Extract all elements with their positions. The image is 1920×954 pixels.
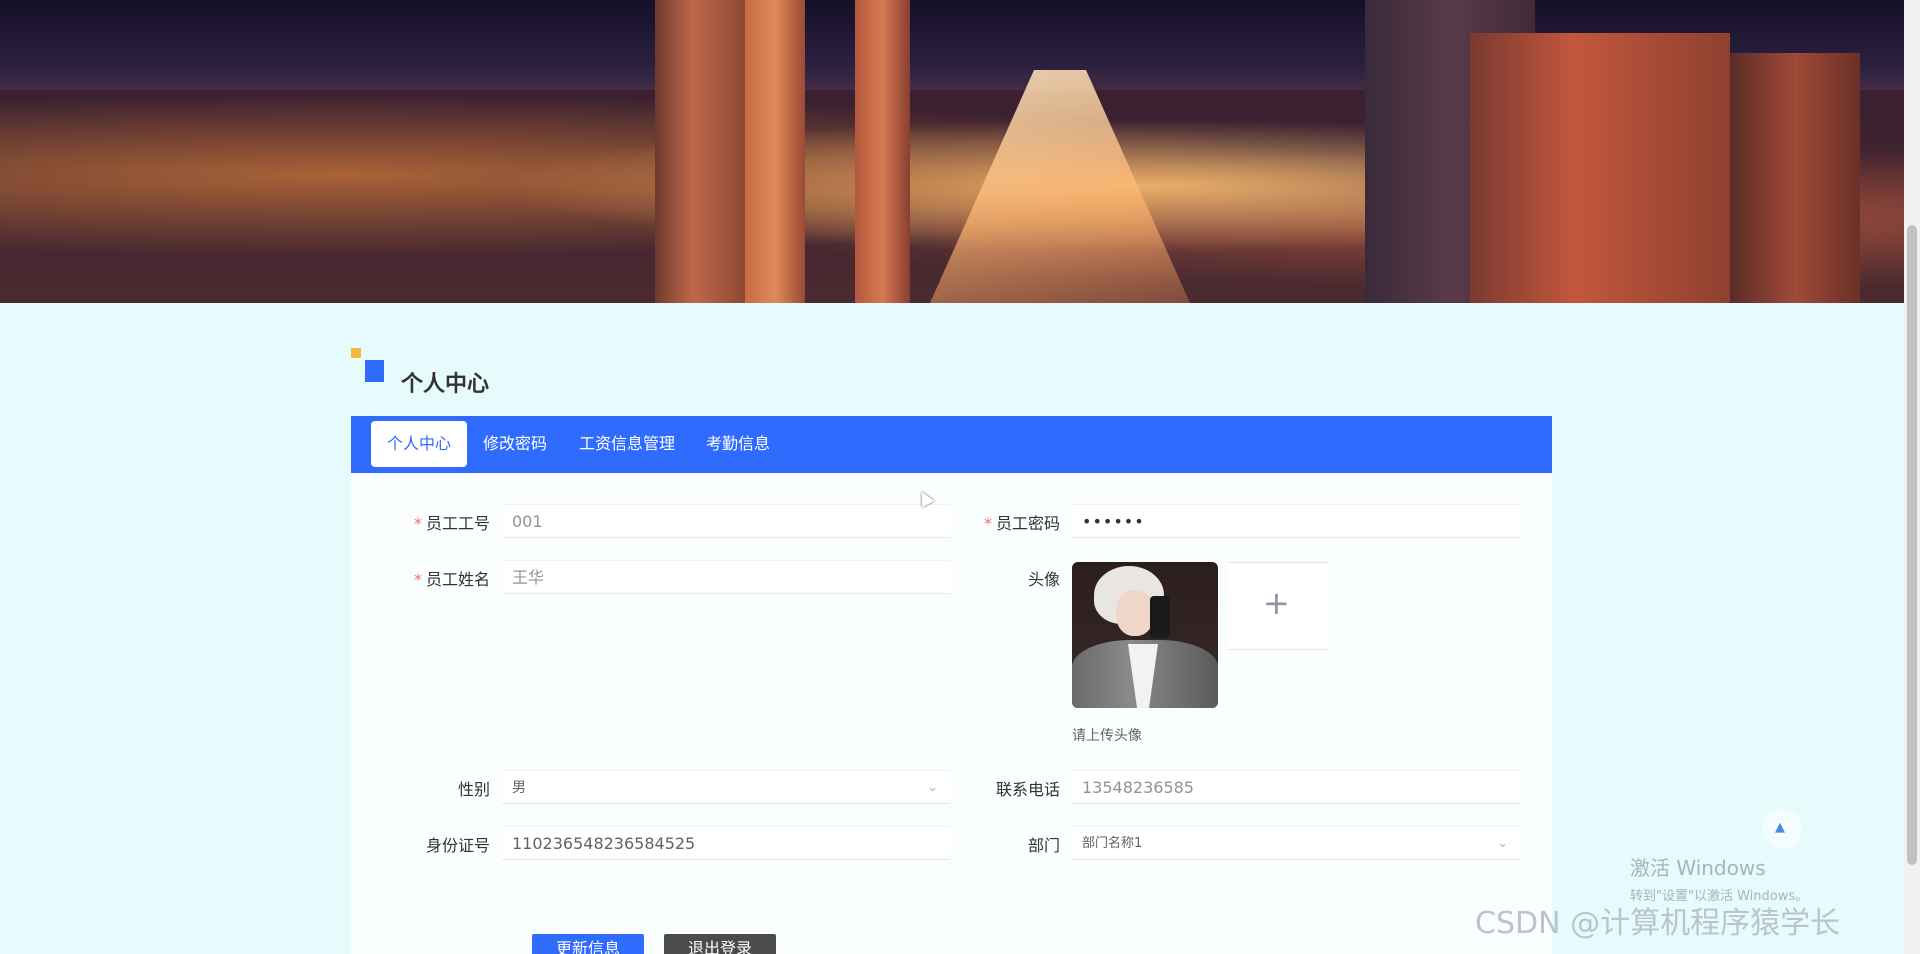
gender-label: 性别 <box>457 780 490 799</box>
banner-building <box>1730 53 1860 303</box>
avatar-upload-button[interactable]: + <box>1228 562 1328 650</box>
gender-select[interactable]: 男 ⌄ <box>502 770 950 804</box>
employee-name-label: * 员工姓名 <box>350 566 490 590</box>
tab-bar: 个人中心 修改密码 工资信息管理 考勤信息 <box>351 416 1552 473</box>
scrollbar-thumb[interactable] <box>1907 225 1917 865</box>
page-scrollbar[interactable] <box>1904 0 1920 954</box>
tab-attendance[interactable]: 考勤信息 <box>706 421 770 467</box>
employee-id-label-text: 员工工号 <box>425 514 490 533</box>
hero-banner <box>0 0 1904 303</box>
id-number-field[interactable]: 110236548236584525 <box>502 826 950 860</box>
logout-button[interactable]: 退出登录 <box>664 934 777 954</box>
activation-title: 激活 Windows <box>1630 856 1766 880</box>
title-decoration-large <box>365 360 384 382</box>
department-select-value: 部门名称1 <box>1082 836 1143 851</box>
department-label: 部门 <box>1027 836 1060 855</box>
profile-form-panel <box>351 473 1552 954</box>
back-to-top-button[interactable]: ▲ <box>1762 809 1802 849</box>
gender-select-value: 男 <box>512 780 526 796</box>
phone-field[interactable]: 13548236585 <box>1072 770 1520 804</box>
employee-password-label-text: 员工密码 <box>995 514 1060 533</box>
windows-activation-notice: 激活 Windows 转到"设置"以激活 Windows。 <box>1630 852 1808 904</box>
banner-building <box>745 0 805 303</box>
required-mark: * <box>413 514 422 533</box>
phone-label: 联系电话 <box>995 780 1060 799</box>
chevron-down-icon: ⌄ <box>1497 836 1508 851</box>
tab-salary-management[interactable]: 工资信息管理 <box>579 421 675 467</box>
avatar-upload-hint: 请上传头像 <box>1072 728 1142 744</box>
required-mark: * <box>413 570 422 589</box>
avatar-figure-face <box>1116 590 1154 636</box>
csdn-watermark: CSDN @计算机程序猿学长 <box>1475 906 1841 941</box>
chevron-up-icon: ▲ <box>1775 820 1785 835</box>
banner-building <box>655 0 750 303</box>
avatar-image[interactable] <box>1072 562 1218 708</box>
employee-password-label: * 员工密码 <box>920 510 1060 534</box>
employee-name-field[interactable]: 王华 <box>502 560 950 594</box>
banner-building <box>1470 33 1730 303</box>
title-decoration-small <box>351 348 361 358</box>
tab-change-password[interactable]: 修改密码 <box>483 421 547 467</box>
department-select[interactable]: 部门名称1 ⌄ <box>1072 826 1520 860</box>
avatar-figure-phone <box>1150 596 1170 638</box>
employee-password-field[interactable]: •••••• <box>1072 504 1520 538</box>
page-title: 个人中心 <box>401 372 490 397</box>
employee-id-label: * 员工工号 <box>350 510 490 534</box>
banner-building <box>855 0 910 303</box>
id-number-label: 身份证号 <box>425 836 490 855</box>
update-info-button[interactable]: 更新信息 <box>532 934 645 954</box>
employee-name-label-text: 员工姓名 <box>425 570 490 589</box>
required-mark: * <box>983 514 992 533</box>
plus-icon: + <box>1263 584 1290 622</box>
employee-id-field[interactable]: 001 <box>502 504 950 538</box>
avatar-label: 头像 <box>1027 570 1060 589</box>
tab-personal-center[interactable]: 个人中心 <box>371 421 468 467</box>
